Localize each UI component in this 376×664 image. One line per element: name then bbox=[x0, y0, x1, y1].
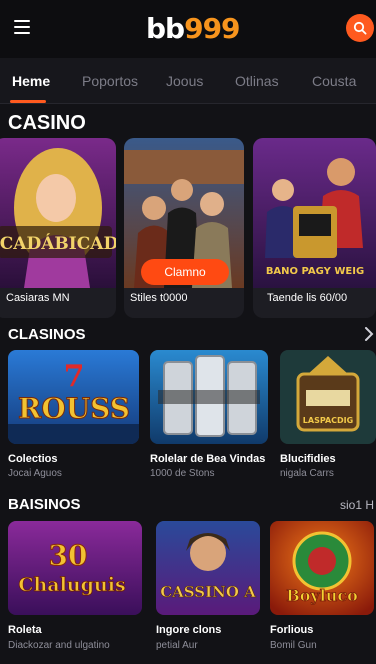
casino-play-button[interactable]: Clamno bbox=[141, 259, 229, 285]
casino-card-2-caption: Stiles t0000 bbox=[130, 292, 188, 304]
clasinos-tile-2-art bbox=[150, 350, 268, 444]
baisinos-tile-3-sub: Bomil Gun bbox=[270, 640, 317, 651]
casino-card-1-art-text: ICADÁBICAD bbox=[0, 233, 116, 254]
tab-poportos[interactable]: Poportos bbox=[82, 73, 138, 89]
clasinos-tile-1-art: 7 ROUSS bbox=[8, 350, 139, 444]
tab-home[interactable]: Heme bbox=[12, 73, 50, 89]
clasinos-tile-3[interactable]: LASPACDIG bbox=[280, 350, 376, 444]
baisinos-tile-3[interactable]: Boyluco bbox=[270, 521, 374, 615]
baisinos-tile-3-art-text: Boyluco bbox=[286, 586, 358, 605]
hamburger-icon[interactable] bbox=[14, 20, 30, 34]
baisinos-tile-2-art: CASSINO A bbox=[156, 521, 260, 615]
baisinos-tile-1-title: Roleta bbox=[8, 624, 42, 636]
active-tab-indicator bbox=[10, 100, 46, 103]
clasinos-tile-3-sub: nigala Carrs bbox=[280, 468, 334, 479]
clasinos-tile-1[interactable]: 7 ROUSS bbox=[8, 350, 139, 444]
search-icon bbox=[353, 21, 367, 35]
clasinos-tile-1-num: 7 bbox=[64, 359, 85, 394]
nav-tabs: Heme Poportos Joous Otlinas Cousta bbox=[0, 58, 376, 104]
baisinos-section-title: BAISINOS bbox=[8, 496, 81, 513]
baisinos-tile-1-art-text: Chaluguis bbox=[18, 574, 125, 596]
baisinos-tile-2-art-text: CASSINO A bbox=[160, 583, 256, 601]
baisinos-tile-1[interactable]: 30 Chaluguis bbox=[8, 521, 142, 615]
brand-logo[interactable]: bb999 bbox=[146, 13, 241, 45]
tab-cousta[interactable]: Cousta bbox=[312, 73, 356, 89]
baisinos-tile-1-num: 30 bbox=[49, 539, 88, 572]
clasinos-tile-1-sub: Jocai Aguos bbox=[8, 468, 62, 479]
clasinos-tile-3-title: Blucifidies bbox=[280, 453, 336, 465]
clasinos-section-title: CLASINOS bbox=[8, 326, 86, 343]
top-bar: bb999 bbox=[0, 0, 376, 58]
chevron-right-icon[interactable] bbox=[364, 327, 374, 341]
casino-card-2[interactable]: Stiles t0000 bbox=[124, 138, 244, 318]
clasinos-tile-3-art: LASPACDIG bbox=[280, 350, 376, 444]
casino-card-1-art: ICADÁBICAD bbox=[0, 138, 116, 288]
casino-card-1[interactable]: ICADÁBICAD Casiaras MN bbox=[0, 138, 116, 318]
clasinos-tile-2[interactable] bbox=[150, 350, 268, 444]
clasinos-tile-3-art-text: LASPACDIG bbox=[303, 416, 353, 425]
casino-card-3[interactable]: BANO PAGY WEIG Taende lis 60/00 bbox=[253, 138, 376, 318]
baisinos-tile-1-art: 30 Chaluguis bbox=[8, 521, 142, 615]
baisinos-tile-2-title: Ingore clons bbox=[156, 624, 222, 636]
baisinos-tile-3-art: Boyluco bbox=[270, 521, 374, 615]
search-button[interactable] bbox=[346, 14, 374, 42]
casino-card-3-caption: Taende lis 60/00 bbox=[267, 292, 348, 304]
tab-otlinas[interactable]: Otlinas bbox=[235, 73, 279, 89]
clasinos-tile-1-title: Colectios bbox=[8, 453, 58, 465]
clasinos-tile-1-art-text: ROUSS bbox=[18, 392, 130, 425]
casino-card-1-caption: Casiaras MN bbox=[6, 292, 70, 304]
casino-section-title: CASINO bbox=[8, 112, 86, 134]
baisinos-tile-1-sub: Diackozar and ulgatino bbox=[8, 640, 110, 651]
tab-joous[interactable]: Joous bbox=[166, 73, 203, 89]
baisinos-see-all-link[interactable]: sio1 H bbox=[340, 498, 374, 512]
casino-card-3-art: BANO PAGY WEIG bbox=[253, 138, 376, 288]
baisinos-tile-2-sub: petial Aur bbox=[156, 640, 198, 651]
baisinos-tile-3-title: Forlious bbox=[270, 624, 314, 636]
clasinos-tile-2-title: Rolelar de Bea Vindas bbox=[150, 453, 266, 465]
baisinos-tile-2[interactable]: CASSINO A bbox=[156, 521, 260, 615]
clasinos-tile-2-sub: 1000 de Stons bbox=[150, 468, 215, 479]
casino-card-3-art-text: BANO PAGY WEIG bbox=[266, 266, 364, 277]
